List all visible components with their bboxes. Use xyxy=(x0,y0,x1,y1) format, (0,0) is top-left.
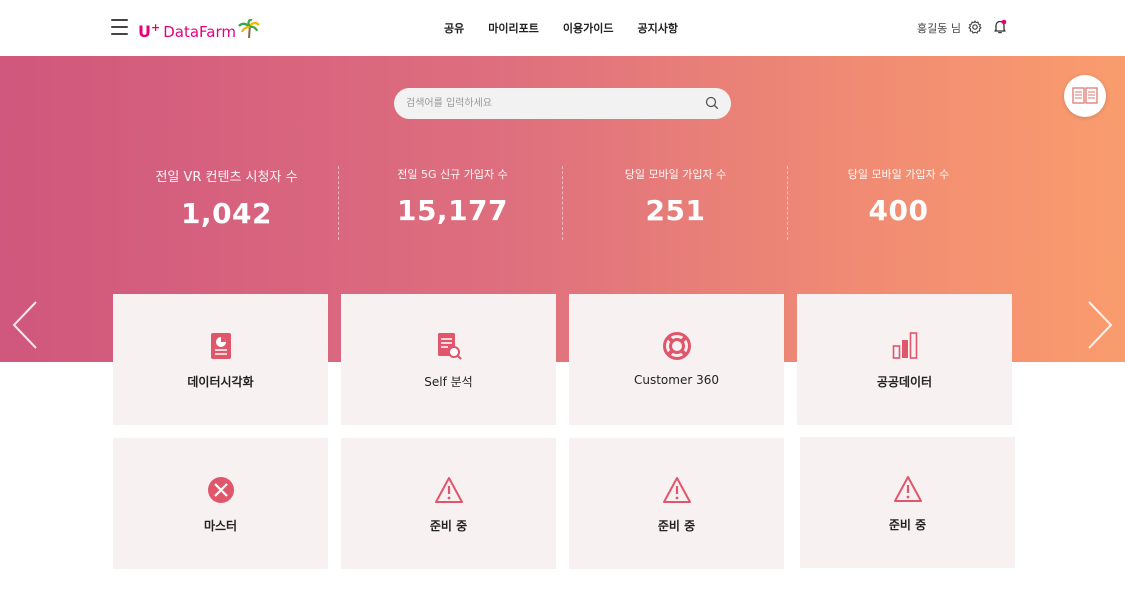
stat-vr-viewers: 전일 VR 컨텐츠 시청자 수 1,042 xyxy=(114,166,339,230)
warning-icon xyxy=(434,477,463,503)
logo-plus: + xyxy=(151,21,161,34)
card-title: 준비 중 xyxy=(657,519,696,533)
stat-label: 전일 5G 신규 가입자 수 xyxy=(397,168,508,181)
stat-mobile-signups-2: 당일 모바일 가입자 수 400 xyxy=(786,166,1011,227)
card-coming-soon-1[interactable]: 준비 중 xyxy=(341,438,556,569)
warning-icon xyxy=(662,477,691,503)
card-title: 공공데이터 xyxy=(876,375,933,389)
stat-divider xyxy=(338,166,339,240)
card-coming-soon-3[interactable]: 준비 중 xyxy=(800,437,1015,568)
stat-label: 전일 VR 컨텐츠 시청자 수 xyxy=(155,170,298,185)
palm-tree-icon xyxy=(238,19,260,39)
logo[interactable]: U + Data Farm xyxy=(138,17,260,41)
card-title: 데이터시각화 xyxy=(187,375,254,389)
lifebuoy-icon xyxy=(662,332,691,360)
gear-icon[interactable] xyxy=(968,20,982,34)
guide-book-button[interactable] xyxy=(1064,75,1106,117)
chevron-left-icon[interactable] xyxy=(10,300,40,350)
document-search-icon xyxy=(437,333,462,360)
card-title: Customer 360 xyxy=(633,373,719,387)
logo-data: Data xyxy=(163,23,200,41)
search-input[interactable] xyxy=(406,94,696,113)
stat-value: 251 xyxy=(645,194,706,227)
logo-u: U xyxy=(138,22,151,41)
book-icon xyxy=(1072,87,1098,104)
card-title: 준비 중 xyxy=(888,518,927,532)
hamburger-menu-icon[interactable] xyxy=(111,19,128,35)
x-circle-icon xyxy=(207,477,234,503)
card-coming-soon-2[interactable]: 준비 중 xyxy=(569,438,784,569)
stat-5g-signups: 전일 5G 신규 가입자 수 15,177 xyxy=(340,166,565,227)
nav-my-report[interactable]: 마이리포트 xyxy=(488,20,539,36)
card-data-visualization[interactable]: 데이터시각화 xyxy=(113,294,328,425)
card-self-analysis[interactable]: Self 분석 xyxy=(341,294,556,425)
warning-icon xyxy=(893,476,922,502)
stat-mobile-signups-1: 당일 모바일 가입자 수 251 xyxy=(563,166,788,227)
stat-value: 15,177 xyxy=(396,194,509,227)
nav-notice[interactable]: 공지사항 xyxy=(637,20,677,36)
card-title: Self 분석 xyxy=(424,375,473,389)
user-name[interactable]: 홍길동 님 xyxy=(917,20,961,36)
nav-user-guide[interactable]: 이용가이드 xyxy=(563,20,614,36)
stat-value: 1,042 xyxy=(180,197,273,230)
nav-share[interactable]: 공유 xyxy=(444,20,464,36)
card-title: 준비 중 xyxy=(429,519,468,533)
logo-farm: Farm xyxy=(199,23,237,41)
main-nav: 공유 마이리포트 이용가이드 공지사항 xyxy=(444,20,702,36)
bell-notification-icon[interactable] xyxy=(993,19,1007,34)
stat-label: 당일 모바일 가입자 수 xyxy=(847,168,950,181)
search-bar xyxy=(394,88,731,119)
stat-value: 400 xyxy=(868,194,929,227)
card-public-data[interactable]: 공공데이터 xyxy=(797,294,1012,425)
bar-chart-icon xyxy=(892,332,917,359)
card-title: 마스터 xyxy=(203,519,238,533)
header: U + Data Farm 공유 마이리포트 이용가이드 공지사항 홍길동 님 xyxy=(0,0,1125,56)
chevron-right-icon[interactable] xyxy=(1085,300,1115,350)
report-icon xyxy=(210,333,231,359)
search-icon[interactable] xyxy=(705,96,719,110)
stat-label: 당일 모바일 가입자 수 xyxy=(624,168,727,181)
card-master[interactable]: 마스터 xyxy=(113,438,328,569)
card-customer-360[interactable]: Customer 360 xyxy=(569,294,784,425)
